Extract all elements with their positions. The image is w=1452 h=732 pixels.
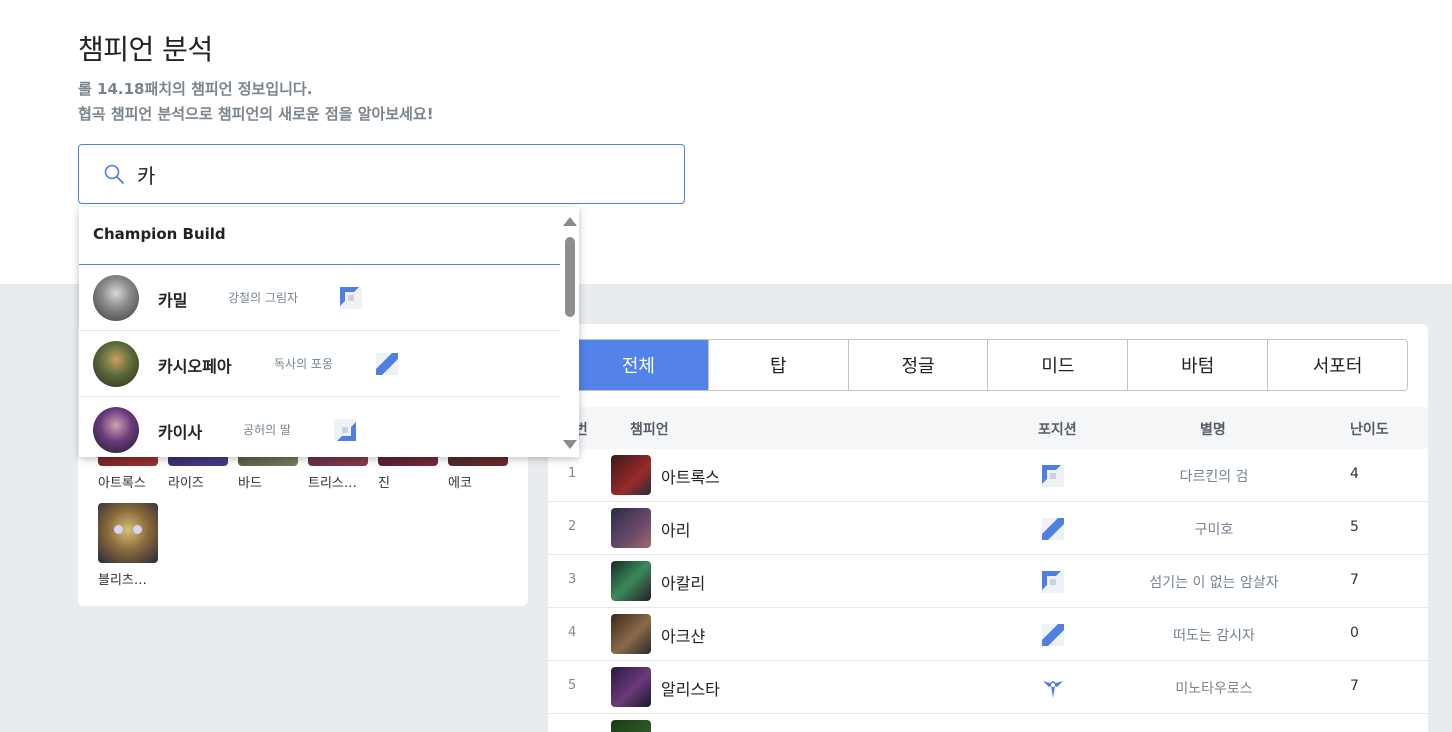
tab-top[interactable]: 탑 xyxy=(708,340,849,390)
table-row[interactable]: 2 아리 구미호 5 xyxy=(548,502,1428,555)
dropdown-item-title: 공허의 딸 xyxy=(243,423,291,437)
search-input[interactable] xyxy=(137,157,657,191)
eye-glow xyxy=(133,525,142,534)
dropdown-scrollbar[interactable] xyxy=(560,207,579,457)
champion-label: 아트록스 xyxy=(98,476,146,491)
champion-name[interactable]: 알리스타 xyxy=(661,676,720,700)
support-icon xyxy=(1043,681,1063,698)
champion-label: 바드 xyxy=(238,476,262,491)
champion-avatar xyxy=(93,275,139,321)
tab-support[interactable]: 서포터 xyxy=(1268,340,1407,390)
champion-alias: 다르킨의 검 xyxy=(1179,469,1249,485)
top-lane-icon xyxy=(1042,571,1064,593)
subtitle-patch: 롤 14.18패치의 챔피언 정보입니다. xyxy=(78,80,313,98)
tab-bottom[interactable]: 바텀 xyxy=(1128,340,1269,390)
table-row[interactable]: 5 알리스타 미노타우로스 7 xyxy=(548,661,1428,714)
header-alias[interactable]: 별명 xyxy=(1200,419,1226,439)
row-rank: 3 xyxy=(568,572,577,587)
table-row[interactable]: 1 아트록스 다르킨의 검 4 xyxy=(548,449,1428,502)
champion-table-panel: 전체 탑 정글 미드 바텀 서포터 순번 챔피언 포지션 별명 난이도 1 아트… xyxy=(548,324,1428,732)
champion-alias: 떠도는 감시자 xyxy=(1173,628,1255,644)
dropdown-item-title: 독사의 포옹 xyxy=(274,357,334,371)
scroll-down-arrow-icon[interactable] xyxy=(563,440,577,449)
bottom-lane-icon xyxy=(334,419,356,441)
champion-portrait xyxy=(611,508,651,548)
page-title: 챔피언 분석 xyxy=(78,33,213,66)
dropdown-header-label: Champion Build xyxy=(93,225,226,243)
header-champion[interactable]: 챔피언 xyxy=(630,419,669,439)
dropdown-item-cassiopeia[interactable]: 카시오페아 독사의 포옹 xyxy=(79,331,560,397)
champion-portrait xyxy=(611,614,651,654)
tab-all[interactable]: 전체 xyxy=(569,340,709,390)
mid-lane-icon xyxy=(1042,624,1064,646)
champion-portrait xyxy=(611,561,651,601)
search-results-dropdown: Champion Build 카밀 강철의 그림자 카시오페아 독사의 포옹 카… xyxy=(79,207,579,457)
dropdown-item-name: 카이사 xyxy=(158,423,203,442)
table-row[interactable] xyxy=(548,714,1428,732)
champion-thumb-blitzcrank[interactable] xyxy=(98,503,158,563)
row-rank: 2 xyxy=(568,519,577,534)
champion-avatar xyxy=(93,341,139,387)
tab-mid[interactable]: 미드 xyxy=(988,340,1129,390)
dropdown-item-name: 카밀 xyxy=(158,291,188,310)
dropdown-item-name: 카시오페아 xyxy=(158,357,232,376)
header-difficulty[interactable]: 난이도 xyxy=(1350,419,1389,439)
row-rank: 4 xyxy=(568,625,577,640)
champion-alias: 섬기는 이 없는 암살자 xyxy=(1149,575,1279,591)
champion-label: 트리스… xyxy=(308,476,357,491)
champion-portrait xyxy=(611,720,651,732)
champion-avatar xyxy=(93,407,139,453)
champion-name[interactable]: 아리 xyxy=(661,517,690,541)
dropdown-item-camille[interactable]: 카밀 강철의 그림자 xyxy=(79,265,560,331)
scroll-up-arrow-icon[interactable] xyxy=(563,217,577,226)
dropdown-item-title: 강철의 그림자 xyxy=(228,291,299,305)
champion-alias: 미노타우로스 xyxy=(1175,681,1253,697)
champion-difficulty: 7 xyxy=(1350,572,1359,588)
table-header: 순번 챔피언 포지션 별명 난이도 xyxy=(548,407,1428,449)
dropdown-header: Champion Build xyxy=(79,207,560,265)
champion-difficulty: 0 xyxy=(1350,625,1359,641)
scrollbar-thumb[interactable] xyxy=(565,237,575,317)
search-box[interactable] xyxy=(78,144,685,204)
position-tabs: 전체 탑 정글 미드 바텀 서포터 xyxy=(568,339,1408,391)
champion-difficulty: 5 xyxy=(1350,519,1359,535)
top-lane-icon xyxy=(1042,465,1064,487)
champion-difficulty: 4 xyxy=(1350,466,1359,482)
header-position[interactable]: 포지션 xyxy=(1038,419,1077,439)
subtitle-description: 협곡 챔피언 분석으로 챔피언의 새로운 점을 알아보세요! xyxy=(78,105,434,123)
tab-jungle[interactable]: 정글 xyxy=(848,340,989,390)
top-lane-icon xyxy=(340,287,362,309)
dropdown-item-kaisa[interactable]: 카이사 공허의 딸 xyxy=(79,397,560,457)
table-row[interactable]: 4 아크샨 떠도는 감시자 0 xyxy=(548,608,1428,661)
mid-lane-icon xyxy=(376,353,398,375)
row-rank: 5 xyxy=(568,678,577,693)
champion-portrait xyxy=(611,667,651,707)
search-icon xyxy=(104,164,124,184)
champion-name[interactable]: 아트록스 xyxy=(661,464,720,488)
mid-lane-icon xyxy=(1042,518,1064,540)
table-row[interactable]: 3 아칼리 섬기는 이 없는 암살자 7 xyxy=(548,555,1428,608)
champion-difficulty: 7 xyxy=(1350,678,1359,694)
champion-label: 라이즈 xyxy=(168,476,204,491)
champion-portrait xyxy=(611,455,651,495)
champion-name[interactable]: 아칼리 xyxy=(661,570,705,594)
champion-alias: 구미호 xyxy=(1194,522,1234,538)
champion-name[interactable]: 아크샨 xyxy=(661,623,705,647)
champion-label: 진 xyxy=(378,476,390,491)
row-rank: 1 xyxy=(568,466,577,481)
eye-glow xyxy=(114,525,123,534)
champion-label: 블리츠… xyxy=(98,573,147,588)
champion-label: 에코 xyxy=(448,476,472,491)
